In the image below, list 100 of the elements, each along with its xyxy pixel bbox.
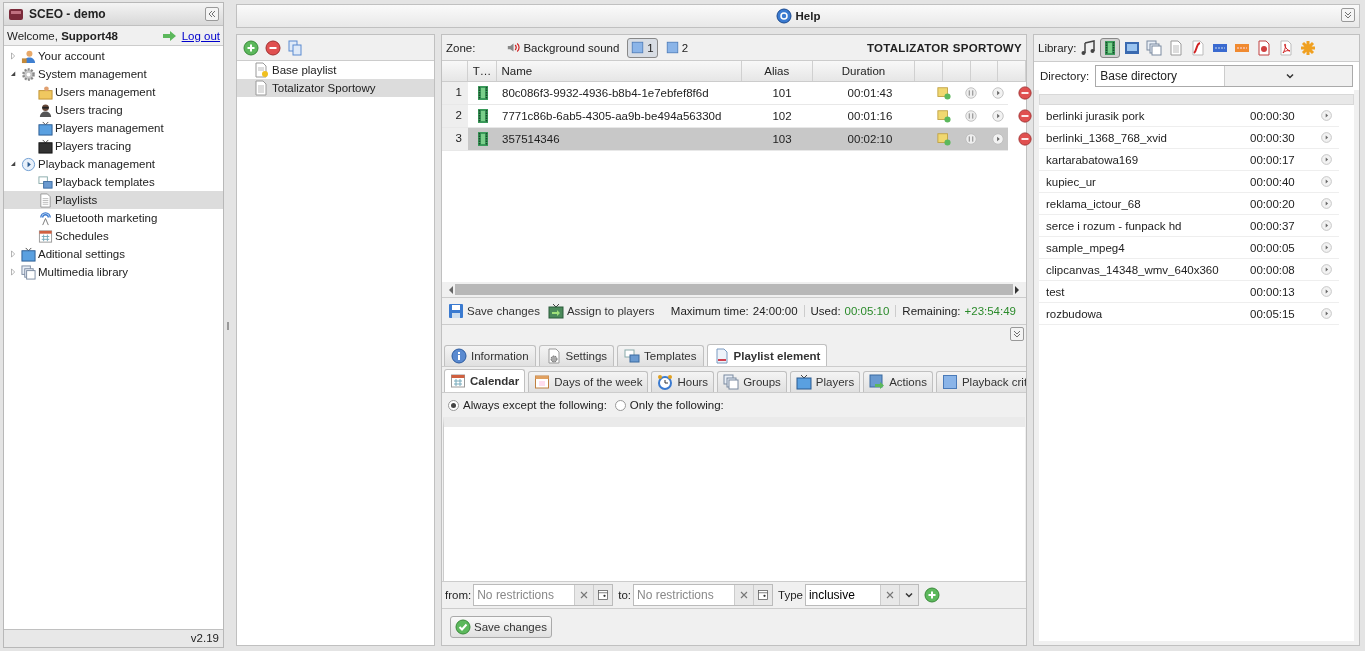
zone-button[interactable]: 2 (661, 37, 693, 58)
note-add-icon[interactable] (936, 109, 951, 123)
nav-item[interactable]: Multimedia library (4, 263, 223, 281)
media-item[interactable]: sample_mpeg4 00:00:05 (1039, 237, 1339, 259)
play-icon (21, 156, 36, 172)
directory-dropdown[interactable]: Base directory (1095, 65, 1353, 87)
nav-item[interactable]: Players tracing (4, 137, 223, 155)
zone-button[interactable]: 1 (627, 37, 658, 58)
play-icon[interactable] (1320, 131, 1333, 144)
assign-players-button[interactable]: Assign to players (545, 303, 657, 319)
note-add-icon[interactable] (936, 86, 951, 100)
play-icon[interactable] (1320, 153, 1333, 166)
help-bar[interactable]: Help (236, 4, 1360, 28)
tab[interactable]: Information (444, 345, 536, 366)
nav-item[interactable]: Players management (4, 119, 223, 137)
add-icon[interactable] (243, 39, 259, 56)
column-header[interactable]: Name (497, 61, 742, 81)
windows-icon (624, 348, 641, 364)
nav-item[interactable]: Bluetooth marketing (4, 209, 223, 227)
media-filter-button[interactable] (1100, 38, 1121, 58)
remove-icon[interactable] (265, 39, 281, 56)
nav-item[interactable]: Playback templates (4, 173, 223, 191)
nav-item[interactable]: Playlists (4, 191, 223, 209)
delete-icon[interactable] (1017, 86, 1032, 100)
nav-item[interactable]: Aditional settings (4, 245, 223, 263)
play-icon[interactable] (1320, 307, 1333, 320)
tab[interactable]: Calendar (444, 369, 526, 392)
logout-link[interactable]: Log out (181, 29, 220, 42)
media-item[interactable]: serce i rozum - funpack hd 00:00:37 (1039, 215, 1339, 237)
media-item[interactable]: berlinki_1368_768_xvid 00:00:30 (1039, 127, 1339, 149)
type-dropdown[interactable]: inclusive (804, 584, 919, 606)
play-icon[interactable] (990, 132, 1005, 146)
tab[interactable]: Playlist element (706, 344, 828, 366)
table-cell-text: 7771c86b-6ab5-4305-aa9b-be494a56330d (501, 110, 723, 122)
play-icon[interactable] (1320, 285, 1333, 298)
table-cell-text: 102 (771, 110, 793, 122)
tab[interactable]: Actions (863, 371, 933, 392)
save-changes-button[interactable]: Save changes (446, 303, 542, 319)
media-item[interactable]: clipcanvas_14348_wmv_640x360 00:00:08 (1039, 259, 1339, 281)
collapse-button[interactable] (205, 7, 219, 21)
page-icon (38, 192, 53, 208)
media-item[interactable]: kupiec_ur 00:00:40 (1039, 171, 1339, 193)
table-row[interactable]: 1 80c086f3-9932-4936-b8b4-1e7ebfef8f6d 101 00:01:43 (442, 82, 1008, 105)
play-icon[interactable] (1320, 241, 1333, 254)
expand-button[interactable] (1341, 8, 1355, 22)
person-icon (38, 102, 53, 118)
to-date-control[interactable]: No restrictions (633, 584, 773, 606)
copy-icon[interactable] (287, 39, 303, 56)
radio-option[interactable]: Only the following: (614, 399, 724, 411)
nav-item[interactable]: Users management (4, 83, 223, 101)
play-icon[interactable] (1320, 263, 1333, 276)
column-header[interactable]: T… (467, 61, 498, 81)
nav-item[interactable]: Schedules (4, 227, 223, 245)
media-item[interactable]: berlinki jurasik pork 00:00:30 (1039, 105, 1339, 127)
nav-item[interactable]: System management (4, 65, 223, 83)
play-icon[interactable] (1320, 175, 1333, 188)
stack-icon (723, 374, 740, 390)
save-changes-button[interactable]: Save changes (450, 616, 552, 638)
play-icon[interactable] (1320, 197, 1333, 210)
play-icon[interactable] (990, 86, 1005, 100)
play-icon[interactable] (1320, 219, 1333, 232)
delete-icon[interactable] (1017, 132, 1032, 146)
from-date-control[interactable]: No restrictions (473, 584, 614, 606)
knob-icon[interactable] (963, 109, 978, 123)
column-header[interactable]: Duration (812, 61, 916, 81)
media-item[interactable]: reklama_ictour_68 00:00:20 (1039, 193, 1339, 215)
delete-icon[interactable] (1017, 109, 1032, 123)
film-icon (475, 131, 491, 147)
knob-icon[interactable] (963, 86, 978, 100)
tab[interactable]: Groups (717, 371, 787, 392)
tab[interactable]: Hours (651, 371, 715, 392)
add-icon[interactable] (923, 587, 940, 603)
table-cell-text: 00:01:16 (846, 110, 894, 122)
flash-icon (1190, 40, 1207, 56)
media-item[interactable]: test 00:00:13 (1039, 281, 1339, 303)
logo-icon (8, 6, 24, 22)
tab[interactable]: Days of the week (528, 371, 649, 392)
nav-item[interactable]: Users tracing (4, 101, 223, 119)
note-add-icon[interactable] (936, 132, 951, 146)
table-cell-text: 101 (771, 87, 793, 99)
media-item[interactable]: kartarabatowa169 00:00:17 (1039, 149, 1339, 171)
tab[interactable]: Players (789, 371, 861, 392)
tab[interactable]: Templates (617, 345, 704, 366)
stat-value: +23:54:49 (964, 305, 1016, 317)
knob-icon[interactable] (963, 132, 978, 146)
nav-item[interactable]: Your account (4, 47, 223, 65)
background-sound-button[interactable]: Background sound (503, 37, 624, 58)
play-icon[interactable] (1320, 109, 1333, 122)
play-icon[interactable] (990, 109, 1005, 123)
collapse-button[interactable] (1010, 327, 1024, 341)
table-cell-text: 80c086f3-9932-4936-b8b4-1e7ebfef8f6d (501, 87, 710, 99)
directory-label: Directory: (1040, 70, 1090, 82)
playlist-item[interactable]: Totalizator Sportowy (237, 79, 434, 97)
clear-icon (738, 589, 750, 601)
playlist-item[interactable]: Base playlist (237, 61, 434, 79)
radio-option[interactable]: Always except the following: (448, 399, 607, 411)
nav-item[interactable]: Playback management (4, 155, 223, 173)
image-icon (1124, 40, 1141, 56)
tab[interactable]: Settings (538, 345, 615, 366)
column-header[interactable]: Alias (741, 61, 813, 81)
